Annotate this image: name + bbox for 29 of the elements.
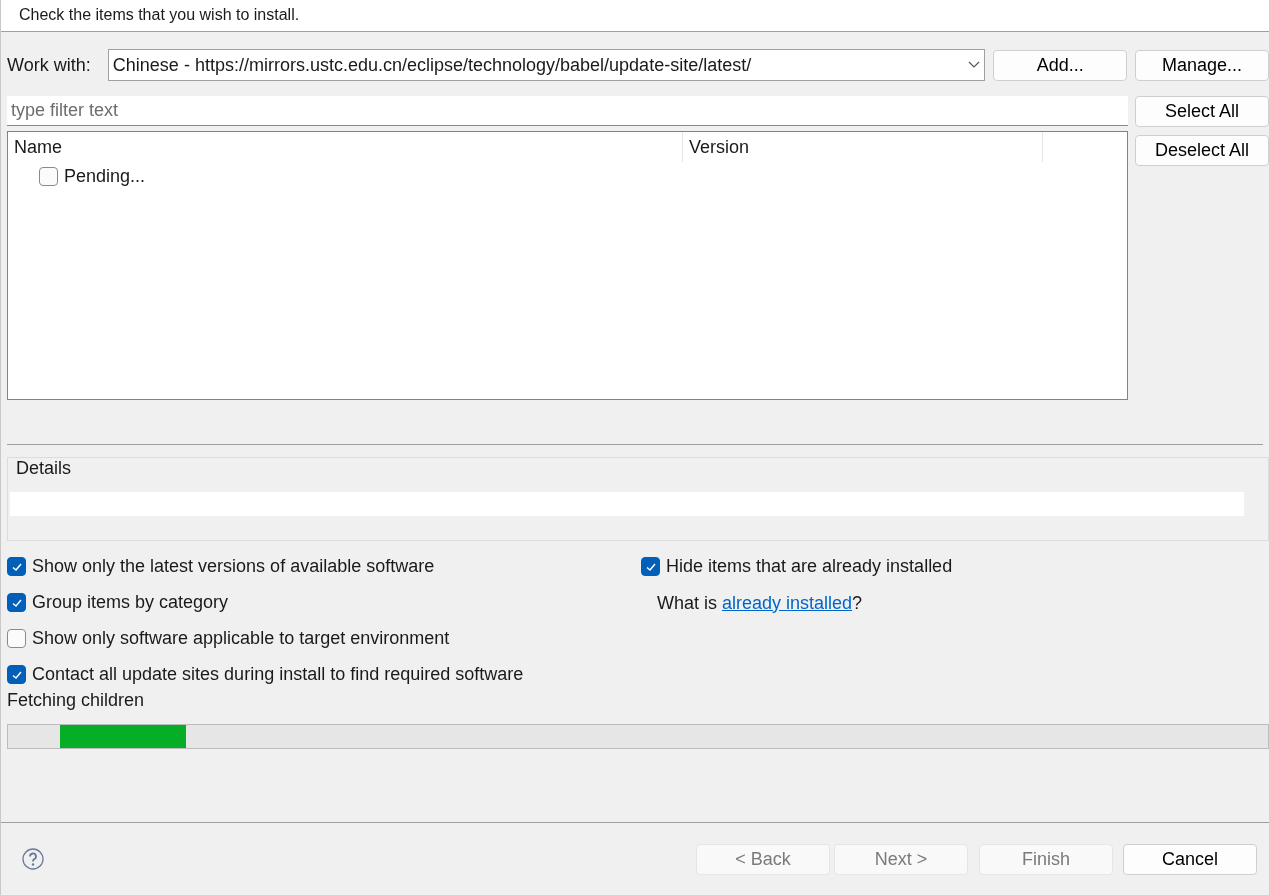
work-with-label: Work with: <box>7 53 92 77</box>
checkbox[interactable] <box>39 166 58 186</box>
checkbox[interactable] <box>7 665 26 685</box>
dialog-button[interactable]: Manage... <box>1135 49 1269 81</box>
status-text: Fetching children <box>6 688 146 711</box>
checkbox[interactable] <box>641 557 660 577</box>
option-label: Show only software applicable to target environment <box>32 627 450 651</box>
dialog-button[interactable]: Deselect All <box>1135 135 1269 166</box>
option-label: Group items by category <box>32 591 229 615</box>
header-message: Check the items that you wish to install. <box>19 5 300 25</box>
option-label: Hide items that are already installed <box>666 555 953 579</box>
checkbox[interactable] <box>7 557 26 577</box>
chevron-down-icon <box>968 61 981 69</box>
option-label: Show only the latest versions of available software <box>32 555 435 579</box>
checkbox[interactable] <box>7 629 26 649</box>
site-combo[interactable]: Chinese - https://mirrors.ustc.edu.cn/eclipse/technology/babel/update-site/latest/ <box>107 49 986 81</box>
details-title: Details <box>16 457 73 480</box>
dialog-button[interactable]: Add... <box>993 49 1128 81</box>
help-icon[interactable] <box>22 848 44 870</box>
column-header[interactable]: Version <box>683 132 1043 162</box>
already-installed-link[interactable]: already installed <box>722 592 853 613</box>
checkbox[interactable] <box>7 593 26 613</box>
column-header[interactable]: Name <box>8 132 683 162</box>
table-cell-text: Pending... <box>64 164 146 188</box>
dialog-button[interactable]: Select All <box>1135 96 1269 127</box>
filter-field[interactable]: type filter text <box>7 96 1128 126</box>
installed-note: What is already installed? <box>657 591 864 615</box>
option-label: Contact all update sites during install to find required software <box>32 663 524 687</box>
dialog-button[interactable]: Cancel <box>1123 843 1257 875</box>
